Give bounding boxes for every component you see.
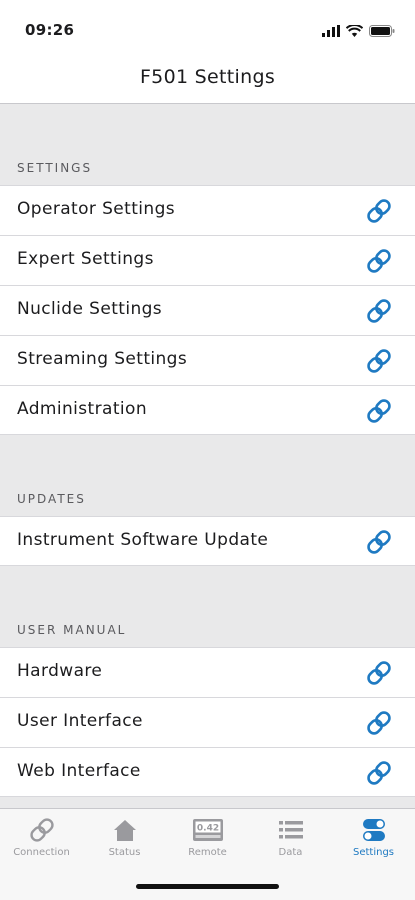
row-label: Instrument Software Update xyxy=(17,530,269,550)
status-bar: 09:26 xyxy=(0,0,415,58)
tab-remote[interactable]: 0.42 Remote xyxy=(166,817,249,867)
home-indicator[interactable] xyxy=(136,884,279,889)
row-operator-settings[interactable]: Operator Settings xyxy=(0,185,415,235)
tab-label: Settings xyxy=(352,847,394,858)
link-icon xyxy=(367,349,391,373)
tab-data[interactable]: Data xyxy=(249,817,332,867)
row-label: Expert Settings xyxy=(17,249,154,269)
settings-list[interactable]: SETTINGS Operator Settings Expert Settin… xyxy=(0,104,415,808)
display-icon: 0.42 xyxy=(192,819,223,841)
tab-label: Remote xyxy=(188,847,227,858)
row-administration[interactable]: Administration xyxy=(0,385,415,435)
tab-label: Connection xyxy=(13,847,70,858)
link-icon xyxy=(367,761,391,785)
link-icon xyxy=(29,818,54,842)
section-header-settings: SETTINGS xyxy=(17,161,93,175)
updates-group: Instrument Software Update xyxy=(0,516,415,566)
battery-icon xyxy=(369,25,395,37)
link-icon xyxy=(367,711,391,735)
row-label: Administration xyxy=(17,399,147,419)
link-icon xyxy=(367,399,391,423)
row-label: Nuclide Settings xyxy=(17,299,163,319)
home-icon xyxy=(113,820,136,841)
row-label: Hardware xyxy=(17,661,103,681)
tab-label: Data xyxy=(278,847,303,858)
row-instrument-software-update[interactable]: Instrument Software Update xyxy=(0,516,415,566)
display-value: 0.42 xyxy=(196,824,218,834)
tab-connection[interactable]: Connection xyxy=(0,817,83,867)
row-label: Web Interface xyxy=(17,761,141,781)
link-icon xyxy=(367,199,391,223)
nav-bar: F501 Settings xyxy=(0,58,415,104)
page-title: F501 Settings xyxy=(139,66,276,88)
link-icon xyxy=(367,299,391,323)
user-manual-group: Hardware User Interface Web Interface xyxy=(0,647,415,797)
row-web-interface[interactable]: Web Interface xyxy=(0,747,415,797)
wifi-icon xyxy=(346,25,363,37)
row-user-interface[interactable]: User Interface xyxy=(0,697,415,747)
section-header-user-manual: USER MANUAL xyxy=(17,623,127,637)
row-nuclide-settings[interactable]: Nuclide Settings xyxy=(0,285,415,335)
status-time: 09:26 xyxy=(25,21,75,39)
row-label: User Interface xyxy=(17,711,143,731)
signal-icon xyxy=(322,25,340,37)
tab-status[interactable]: Status xyxy=(83,817,166,867)
link-icon xyxy=(367,249,391,273)
section-header-updates: UPDATES xyxy=(17,492,86,506)
row-label: Streaming Settings xyxy=(17,349,188,369)
tab-settings[interactable]: Settings xyxy=(332,817,415,867)
link-icon xyxy=(367,530,391,554)
list-icon xyxy=(278,821,303,839)
status-icons xyxy=(322,24,395,38)
toggle-icon xyxy=(362,819,385,841)
row-label: Operator Settings xyxy=(17,199,176,219)
settings-group: Operator Settings Expert Settings Nuclid… xyxy=(0,185,415,435)
row-expert-settings[interactable]: Expert Settings xyxy=(0,235,415,285)
row-hardware[interactable]: Hardware xyxy=(0,647,415,697)
tab-label: Status xyxy=(108,847,141,858)
row-streaming-settings[interactable]: Streaming Settings xyxy=(0,335,415,385)
link-icon xyxy=(367,661,391,685)
